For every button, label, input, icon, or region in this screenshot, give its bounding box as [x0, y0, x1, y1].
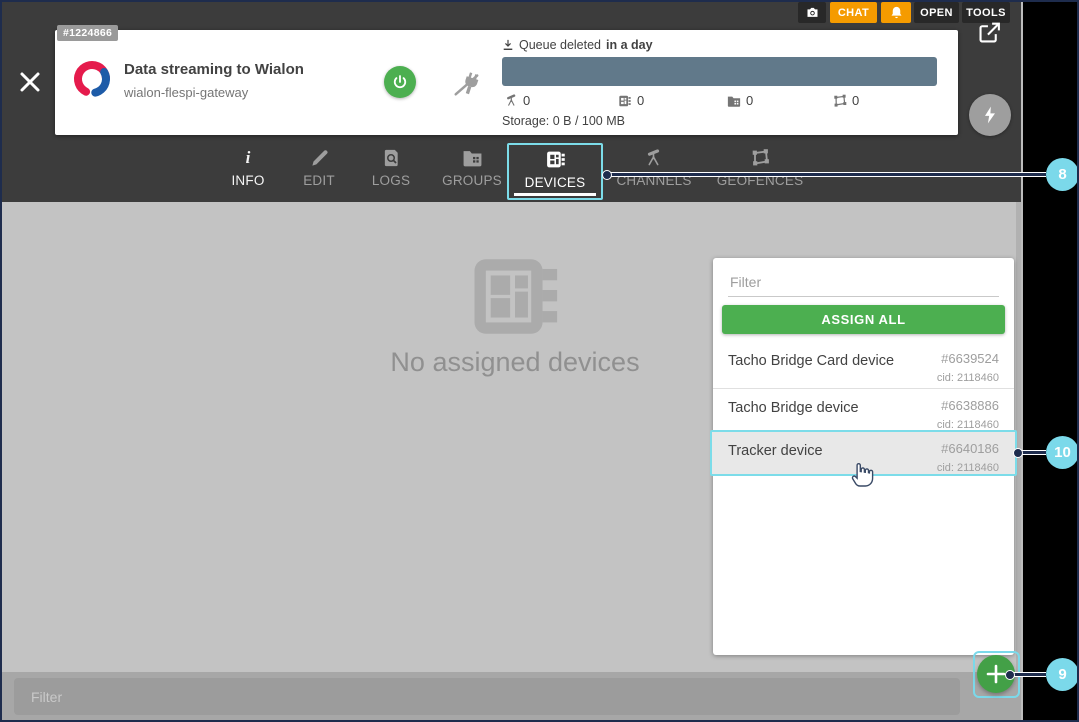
bottom-filter-wrap	[2, 672, 1023, 720]
flespi-logo	[70, 57, 114, 106]
stream-subtitle: wialon-flespi-gateway	[124, 85, 249, 100]
assign-all-button[interactable]: ASSIGN ALL	[722, 305, 1005, 334]
window-edge	[1021, 2, 1023, 720]
edit-icon	[310, 146, 329, 168]
geofences-counter: 0	[833, 93, 859, 108]
bottom-filter-input[interactable]	[14, 678, 960, 715]
device-id: #6638886	[941, 398, 999, 413]
empty-state-message: No assigned devices	[390, 347, 640, 377]
tab-logs-label: LOGS	[371, 173, 411, 188]
info-icon: i	[245, 148, 251, 167]
device-name: Tacho Bridge Card device	[728, 353, 895, 369]
device-meta: #6638886 cid: 2118460	[937, 398, 999, 431]
channels-icon	[507, 94, 516, 106]
external-link-icon	[979, 22, 1000, 43]
close-button[interactable]	[18, 70, 42, 94]
plus-icon	[986, 664, 1006, 684]
open-button-label: OPEN	[920, 6, 953, 19]
annotation-line-9	[1013, 672, 1046, 677]
device-id: #6639524	[941, 351, 999, 366]
channels-counter: 0	[505, 93, 530, 108]
geofences-count: 0	[852, 93, 860, 108]
geofences-tab-icon	[750, 146, 771, 168]
device-name: Tacho Bridge device	[728, 400, 859, 416]
annotation-badge-8: 8	[1046, 158, 1079, 191]
queue-label: Queue deleted in a day	[502, 38, 653, 52]
devices-count: 0	[637, 93, 645, 108]
groups-icon	[727, 96, 741, 107]
notifications-button[interactable]	[881, 2, 911, 23]
logs-icon	[382, 146, 401, 168]
annotation-dot-8	[602, 170, 612, 180]
device-name: Tracker device	[728, 443, 823, 459]
groups-count: 0	[746, 93, 754, 108]
open-button[interactable]: OPEN	[914, 2, 959, 23]
tools-button-label: TOOLS	[966, 6, 1006, 19]
power-toggle-button[interactable]	[384, 66, 416, 98]
groups-counter: 0	[727, 93, 753, 108]
chat-button-label: CHAT	[837, 6, 870, 19]
screenshot-root: CHAT OPEN TOOLS #1224866 Data streaming …	[0, 0, 1079, 722]
annotation-line-8	[611, 172, 1046, 177]
devices-icon	[619, 95, 631, 106]
open-in-new-window-button[interactable]	[977, 20, 1002, 50]
quick-action-button[interactable]	[969, 94, 1011, 136]
devices-tab-icon	[545, 148, 566, 170]
tab-groups-label: GROUPS	[442, 173, 502, 188]
chat-button[interactable]: CHAT	[830, 2, 877, 23]
tab-info-label: INFO	[231, 173, 265, 188]
stream-title: Data streaming to Wialon	[124, 61, 304, 78]
disconnected-icon	[451, 69, 481, 104]
tab-devices-label: DEVICES	[524, 175, 586, 190]
power-icon	[393, 75, 407, 89]
queue-text-bold: in a day	[606, 38, 653, 52]
no-devices-icon	[471, 256, 559, 342]
geofences-icon	[834, 94, 847, 107]
stream-id-badge: #1224866	[57, 25, 119, 41]
annotation-badge-10: 10	[1046, 436, 1079, 469]
annotation-dot-10	[1013, 448, 1023, 458]
device-row-tacho-bridge-card[interactable]: Tacho Bridge Card device #6639524 cid: 2…	[713, 342, 1014, 389]
device-meta: #6639524 cid: 2118460	[937, 351, 999, 388]
groups-tab-icon	[462, 146, 483, 168]
device-filter-input[interactable]	[728, 268, 999, 297]
device-meta: #6640186 cid: 2118460	[937, 441, 999, 474]
screenshot-button[interactable]	[798, 2, 826, 23]
camera-icon	[807, 7, 817, 17]
storage-usage: Storage: 0 B / 100 MB	[502, 114, 625, 128]
tab-edit-label: EDIT	[303, 173, 335, 188]
active-tab-indicator	[514, 193, 596, 196]
counters-row: 0 0 0 0	[502, 93, 937, 109]
lightning-icon	[985, 106, 995, 124]
device-cid: cid: 2118460	[936, 372, 999, 384]
mouse-cursor-icon	[850, 455, 876, 494]
bell-icon	[891, 6, 901, 19]
queue-section: Queue deleted in a day 0 0 0 0 Storage: …	[502, 30, 937, 135]
device-cid: cid: 2118460	[936, 462, 999, 474]
queue-bar	[502, 57, 937, 86]
device-id: #6640186	[941, 441, 999, 456]
queue-download-icon	[503, 39, 513, 51]
channels-tab-icon	[644, 146, 664, 168]
close-icon	[20, 72, 40, 92]
queue-text: Queue deleted	[519, 38, 602, 52]
channels-count: 0	[523, 93, 531, 108]
annotation-dot-9	[1005, 670, 1015, 680]
annotation-badge-9: 9	[1046, 658, 1079, 691]
tab-devices[interactable]: DEVICES	[507, 143, 603, 200]
devices-counter: 0	[618, 93, 644, 108]
annotation-line-10	[1021, 450, 1046, 455]
stream-card: #1224866 Data streaming to Wialon wialon…	[55, 25, 958, 135]
device-row-tacho-bridge[interactable]: Tacho Bridge device #6638886 cid: 211846…	[713, 389, 1014, 431]
